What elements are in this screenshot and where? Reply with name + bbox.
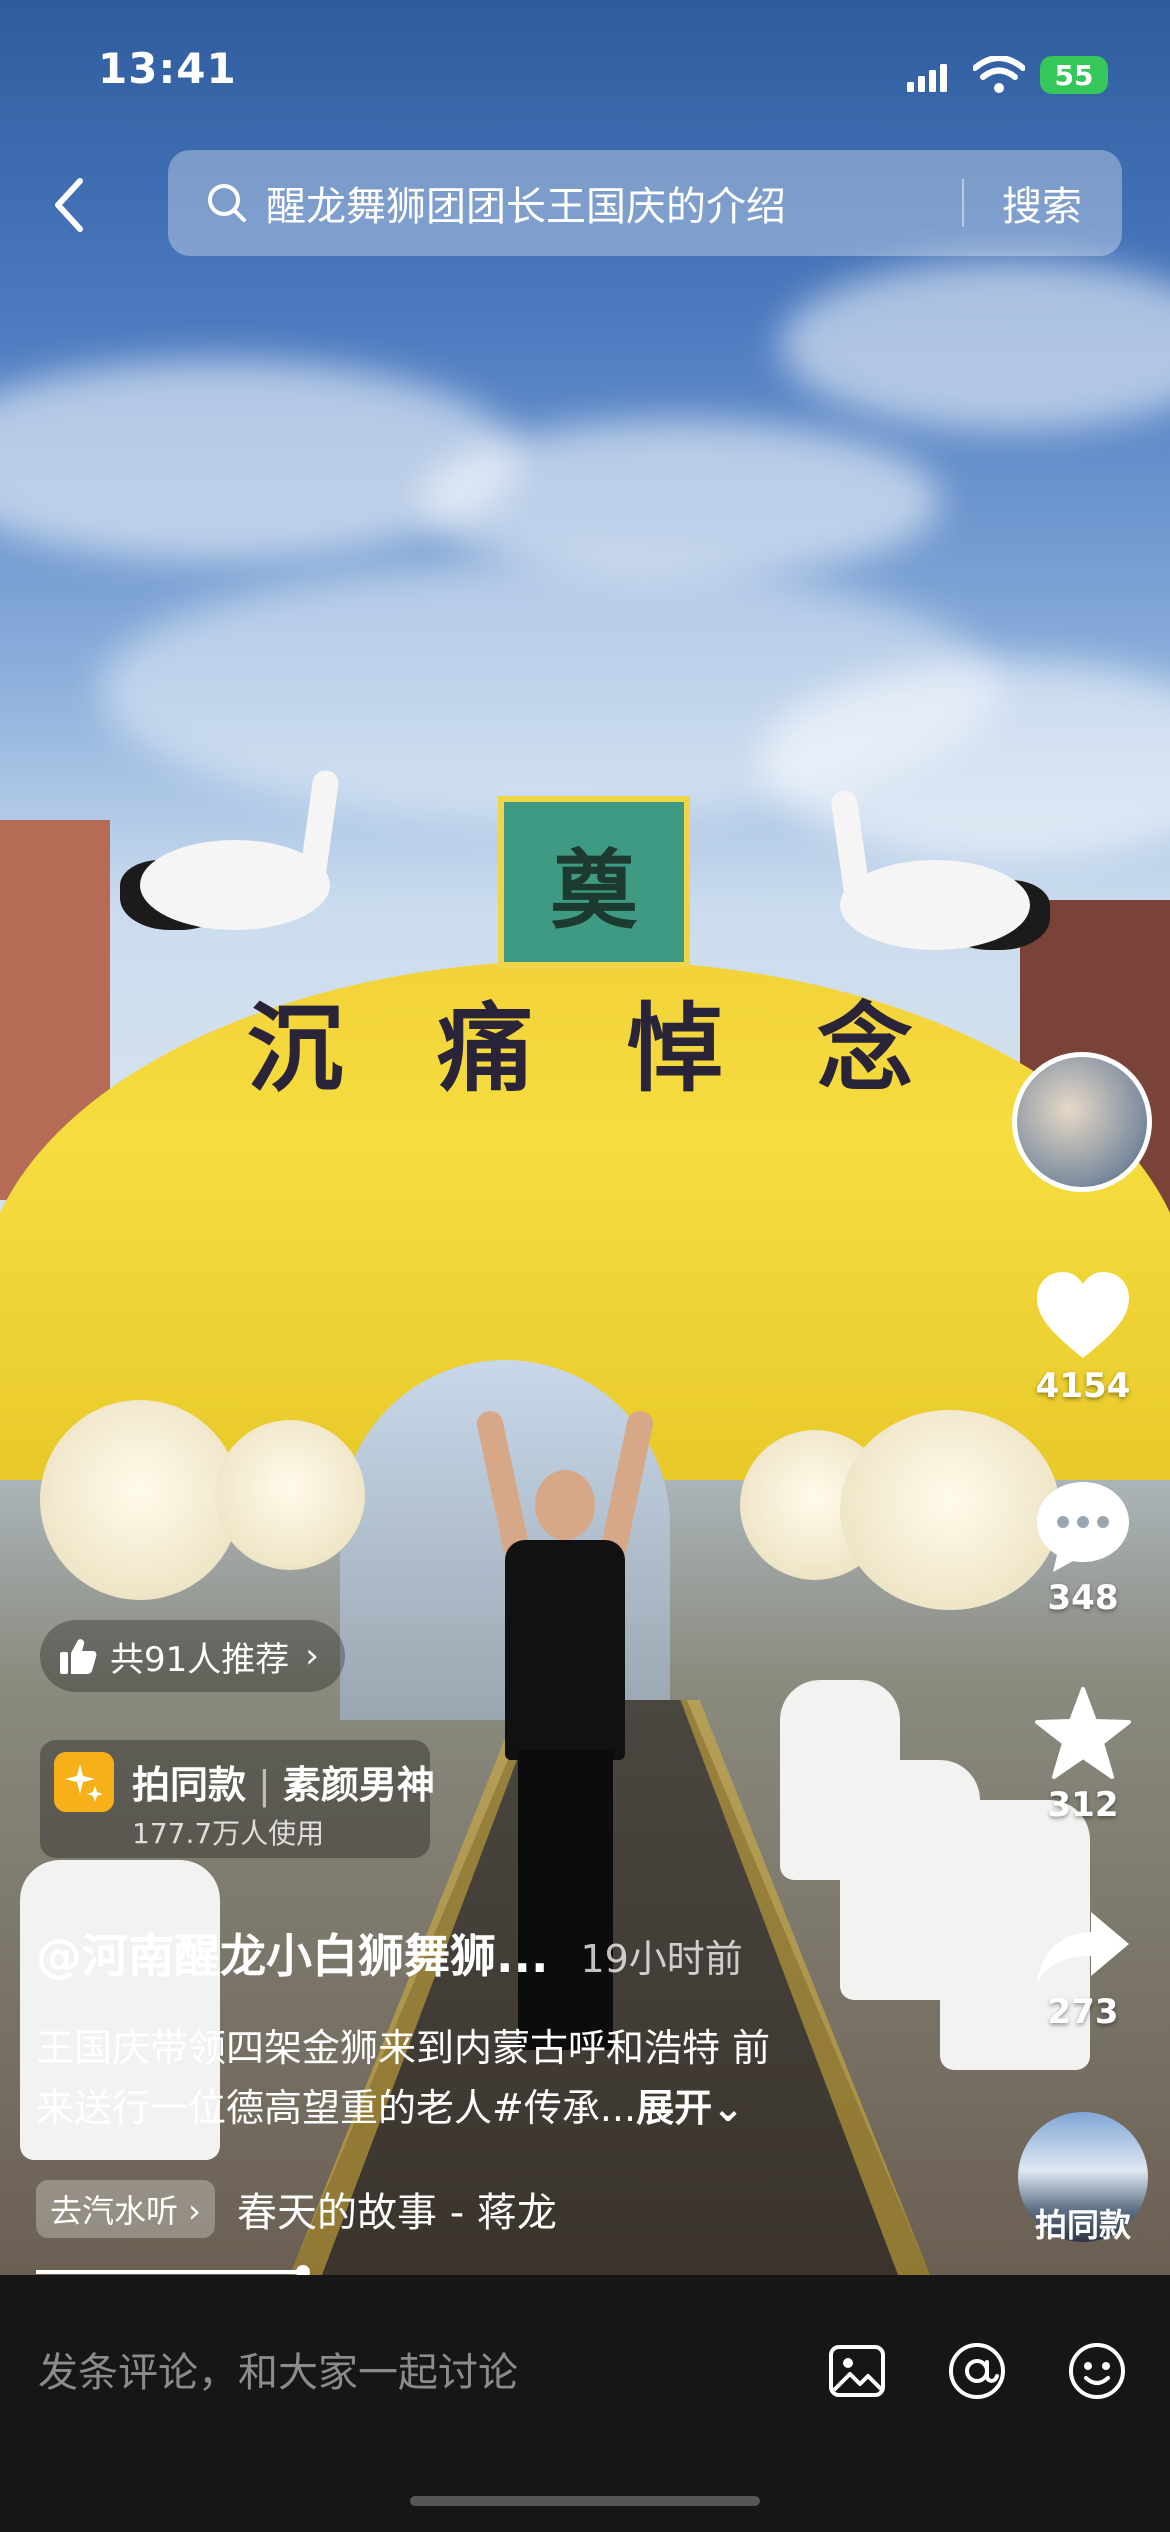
author-avatar[interactable] (1012, 1052, 1152, 1192)
status-bar: 13:41 55 (0, 0, 1170, 150)
thumbs-up-icon (60, 1639, 97, 1674)
battery-indicator: 55 (1040, 56, 1108, 94)
emoji-icon[interactable] (1066, 2340, 1128, 2402)
lantern (215, 1420, 365, 1570)
status-time: 13:41 (98, 44, 237, 93)
chat-bubble-icon (1037, 1482, 1129, 1572)
share-arrow-icon (1037, 1912, 1129, 1984)
search-divider (962, 179, 964, 227)
banner-char: 沉 (247, 991, 343, 1105)
heart-icon (1037, 1272, 1129, 1358)
shoot-same-title: 拍同款 | 素颜男神 (132, 1754, 435, 1809)
search-bar[interactable]: 醒龙舞狮团团长王国庆的介绍 搜索 (168, 150, 1122, 256)
comment-input[interactable]: 发条评论，和大家一起讨论 (38, 2340, 518, 2398)
favorite-button[interactable]: 312 (1008, 1685, 1158, 1825)
effect-name: 素颜男神 (282, 1763, 435, 1807)
comment-bar (0, 2275, 1170, 2532)
recommend-text: 共91人推荐 (110, 1639, 290, 1680)
shoot-same-label: 拍同款 (132, 1763, 247, 1807)
video-progress-bar[interactable] (36, 2270, 300, 2274)
banner-char: 念 (817, 991, 913, 1105)
recommend-pill[interactable]: 共91人推荐 › (40, 1620, 345, 1692)
description-line: 来送行一位德高望重的老人#传承...展开⌄ (36, 2078, 896, 2138)
music-row[interactable]: 去汽水听 › 春天的故事 - 蒋龙 (36, 2180, 557, 2238)
like-count: 4154 (1035, 1366, 1131, 1406)
arch-plaque: 奠 (498, 796, 690, 968)
search-icon (208, 184, 246, 222)
cloud (780, 260, 1170, 430)
author-name[interactable]: @河南醒龙小白狮舞狮... (36, 1929, 548, 1983)
like-button[interactable]: 4154 (1008, 1270, 1158, 1406)
search-query[interactable]: 醒龙舞狮团团长王国庆的介绍 (266, 174, 962, 232)
chevron-down-icon: ⌄ (712, 2086, 744, 2130)
effect-usage-count: 177.7万人使用 (132, 1817, 325, 1850)
separator: | (258, 1763, 271, 1807)
search-button[interactable]: 搜索 (1002, 174, 1082, 232)
back-button[interactable] (44, 172, 94, 238)
author-line: @河南醒龙小白狮舞狮... 19小时前 (36, 1920, 743, 1986)
cellular-signal-icon (907, 64, 947, 92)
banner-char: 痛 (437, 991, 533, 1105)
description-line: 王国庆带领四架金狮来到内蒙古呼和浩特 前 (36, 2026, 771, 2070)
wifi-icon (973, 56, 1025, 93)
banner-char: 悼 (627, 991, 723, 1105)
music-shoot-same-label[interactable]: 拍同款 (1008, 2200, 1158, 2246)
crane-right (790, 788, 1050, 960)
favorite-count: 312 (1047, 1785, 1119, 1825)
post-description[interactable]: 王国庆带领四架金狮来到内蒙古呼和浩特 前 来送行一位德高望重的老人#传承...展… (36, 2018, 896, 2138)
shoot-same-card[interactable]: 拍同款 | 素颜男神 177.7万人使用 (40, 1740, 435, 1858)
sparkle-icon (54, 1752, 114, 1812)
image-icon[interactable] (826, 2340, 888, 2402)
chevron-right-icon: › (305, 1636, 319, 1676)
at-icon[interactable] (946, 2340, 1008, 2402)
song-title[interactable]: 春天的故事 - 蒋龙 (237, 2180, 557, 2238)
home-indicator[interactable] (410, 2496, 760, 2506)
soda-music-tag[interactable]: 去汽水听 › (36, 2180, 215, 2238)
comment-button[interactable]: 348 (1008, 1478, 1158, 1618)
cloud (420, 420, 940, 580)
arch-banner: 沉 痛 悼 念 (200, 970, 960, 1110)
comment-count: 348 (1047, 1578, 1119, 1618)
star-icon (1035, 1687, 1131, 1779)
expand-link[interactable]: 展开 (636, 2086, 712, 2130)
post-time: 19小时前 (580, 1937, 743, 1981)
lantern (40, 1400, 240, 1600)
share-count: 273 (1047, 1992, 1119, 2032)
description-text: 来送行一位德高望重的老人#传承... (36, 2086, 637, 2130)
crane-left (120, 768, 380, 940)
back-chevron-icon (55, 178, 83, 232)
share-button[interactable]: 273 (1008, 1908, 1158, 2032)
